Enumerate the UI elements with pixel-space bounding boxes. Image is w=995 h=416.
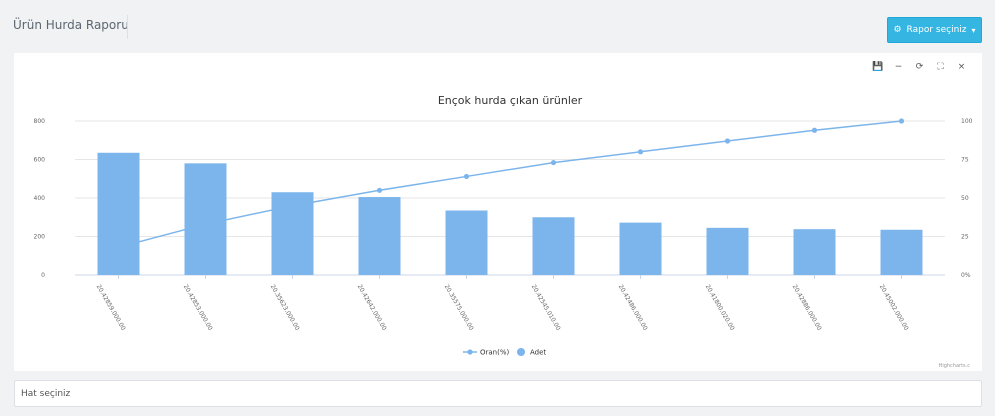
y-left-tick-label: 200	[34, 234, 46, 241]
x-tick-label: 20.42886.000.00	[791, 284, 823, 332]
line-select-input[interactable]	[14, 380, 982, 407]
legend-line-marker	[467, 349, 473, 355]
y-right-tick-label: 50	[961, 195, 969, 202]
bar	[532, 217, 575, 275]
bar	[184, 163, 227, 275]
x-tick-label: 20.35575.000.00	[443, 284, 475, 332]
legend-bar-symbol	[517, 348, 525, 356]
x-tick-label: 20.42853.000.00	[182, 284, 214, 332]
x-tick-label: 20.45002.000.00	[878, 284, 910, 332]
line-series-path	[118, 120, 902, 249]
line-point	[637, 149, 644, 155]
y-left-tick-label: 0	[41, 272, 45, 279]
x-tick-label: 20.41800.020.00	[704, 284, 736, 332]
chart-credits: Highcharts.c	[939, 363, 971, 369]
y-right-tick-label: 25	[961, 234, 969, 241]
legend-label: Oran(%)	[480, 349, 509, 357]
y-right-tick-label: 0%	[961, 272, 971, 279]
line-point	[115, 244, 122, 250]
bar	[706, 227, 749, 275]
legend-label: Adet	[530, 349, 546, 357]
line-point	[811, 127, 818, 133]
bar	[445, 210, 488, 275]
line-point	[550, 159, 557, 166]
y-left-tick-label: 400	[34, 195, 46, 202]
x-tick-label: 20.42486.000.00	[617, 284, 649, 332]
bar	[97, 152, 140, 275]
line-point	[898, 118, 905, 124]
bar	[880, 229, 923, 275]
y-left-tick-label: 800	[34, 118, 46, 125]
y-right-tick-label: 100	[961, 118, 973, 125]
x-tick-label: 20.42859.000.00	[95, 284, 127, 332]
line-point	[376, 187, 383, 193]
line-point	[202, 221, 209, 227]
line-point	[463, 173, 470, 180]
y-left-tick-label: 600	[34, 157, 46, 164]
bar	[793, 229, 836, 275]
chart-title: Ençok hurda çıkan ürünler	[438, 94, 583, 107]
x-tick-label: 20.42545.010.00	[530, 284, 562, 332]
bar	[358, 197, 401, 275]
line-point	[724, 138, 731, 144]
x-tick-label: 20.42642.000.00	[356, 284, 388, 332]
bar	[619, 222, 662, 275]
x-tick-label: 20.35623.000.00	[269, 284, 301, 332]
line-point	[289, 203, 296, 209]
pareto-chart: Ençok hurda çıkan ürünler 0 200 400 600 800 0%…	[34, 94, 973, 369]
y-right-tick-label: 75	[961, 157, 969, 164]
